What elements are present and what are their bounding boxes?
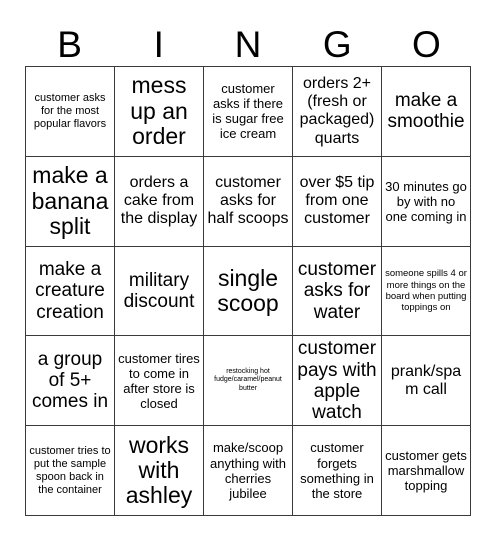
bingo-letter-n: N xyxy=(234,23,262,65)
bingo-letter-o: O xyxy=(412,23,441,65)
bingo-letter-g: G xyxy=(322,23,352,65)
bingo-cell-r5c1[interactable]: customer tries to put the sample spoon b… xyxy=(26,426,115,516)
bingo-cell-text: someone spills 4 or more things on the b… xyxy=(385,268,467,314)
bingo-cell-text: customer asks if there is sugar free ice… xyxy=(212,81,284,142)
bingo-letter-b: B xyxy=(57,23,82,65)
bingo-cell-r1c2[interactable]: mess up an order xyxy=(115,67,204,157)
bingo-cell-text: over $5 tip from one customer xyxy=(299,173,375,228)
bingo-cell-text: orders a cake from the display xyxy=(120,173,198,228)
bingo-cell-r1c4[interactable]: orders 2+ (fresh or packaged) quarts xyxy=(293,67,382,157)
bingo-cell-r2c3[interactable]: customer asks for half scoops xyxy=(204,156,293,247)
bingo-cell-text: customer asks for water xyxy=(297,259,377,323)
bingo-cell-r4c5[interactable]: prank/spam call xyxy=(382,336,471,427)
bingo-cell-text: military discount xyxy=(123,269,195,312)
bingo-cell-text: customer forgets something in the store xyxy=(300,440,374,501)
bingo-cell-text: orders 2+ (fresh or packaged) quarts xyxy=(299,74,375,147)
bingo-cell-text: mess up an order xyxy=(130,72,188,150)
bingo-cell-r4c4[interactable]: customer pays with apple watch xyxy=(293,336,382,427)
bingo-header: B I N G O xyxy=(25,22,471,66)
bingo-cell-r5c4[interactable]: customer forgets something in the store xyxy=(293,426,382,516)
bingo-cell-r3c4[interactable]: customer asks for water xyxy=(293,246,382,337)
bingo-letter-i: I xyxy=(153,23,164,65)
bingo-cell-r1c3[interactable]: customer asks if there is sugar free ice… xyxy=(204,67,293,157)
bingo-cell-text: customer asks for the most popular flavo… xyxy=(33,91,107,130)
bingo-cell-r3c2[interactable]: military discount xyxy=(115,246,204,337)
bingo-cell-r1c5[interactable]: make a smoothie xyxy=(382,67,471,157)
bingo-card: B I N G O customer asks for the most pop… xyxy=(0,0,500,544)
bingo-cell-text: make a banana split xyxy=(31,162,109,239)
bingo-cell-text: customer tries to put the sample spoon b… xyxy=(29,444,111,496)
bingo-cell-r2c1[interactable]: make a banana split xyxy=(26,156,115,247)
bingo-cell-text: customer tires to come in after store is… xyxy=(118,350,200,411)
bingo-grid: customer asks for the most popular flavo… xyxy=(25,66,471,516)
bingo-cell-r1c1[interactable]: customer asks for the most popular flavo… xyxy=(26,67,115,157)
bingo-cell-r5c2[interactable]: works with ashley xyxy=(115,426,204,516)
bingo-cell-text: 30 minutes go by with no one coming in xyxy=(385,178,467,224)
bingo-cell-r5c5[interactable]: customer gets marshmallow topping xyxy=(382,426,471,516)
bingo-cell-r2c4[interactable]: over $5 tip from one customer xyxy=(293,156,382,247)
bingo-cell-text: prank/spam call xyxy=(390,362,462,398)
bingo-cell-text: make a smoothie xyxy=(387,90,465,133)
bingo-cell-r3c3[interactable]: single scoop xyxy=(204,246,293,337)
bingo-cell-r4c3[interactable]: restocking hot fudge/caramel/peanut butt… xyxy=(204,336,293,427)
bingo-cell-text: works with ashley xyxy=(125,431,193,509)
bingo-cell-text: a group of 5+ comes in xyxy=(31,348,109,413)
bingo-cell-r4c1[interactable]: a group of 5+ comes in xyxy=(26,336,115,427)
bingo-cell-r3c1[interactable]: make a creature creation xyxy=(26,246,115,337)
bingo-cell-text: make/scoop anything with cherries jubile… xyxy=(210,440,286,501)
bingo-cell-text: make a creature creation xyxy=(35,259,105,323)
bingo-cell-text: single scoop xyxy=(217,264,279,316)
bingo-cell-text: customer asks for half scoops xyxy=(207,173,289,228)
bingo-cell-text: customer pays with apple watch xyxy=(297,338,377,424)
bingo-cell-r3c5[interactable]: someone spills 4 or more things on the b… xyxy=(382,246,471,337)
bingo-cell-text: restocking hot fudge/caramel/peanut butt… xyxy=(214,367,282,393)
bingo-cell-r5c3[interactable]: make/scoop anything with cherries jubile… xyxy=(204,426,293,516)
bingo-cell-r2c5[interactable]: 30 minutes go by with no one coming in xyxy=(382,156,471,247)
bingo-cell-text: customer gets marshmallow topping xyxy=(385,447,467,494)
bingo-cell-r4c2[interactable]: customer tires to come in after store is… xyxy=(115,336,204,427)
bingo-cell-r2c2[interactable]: orders a cake from the display xyxy=(115,156,204,247)
